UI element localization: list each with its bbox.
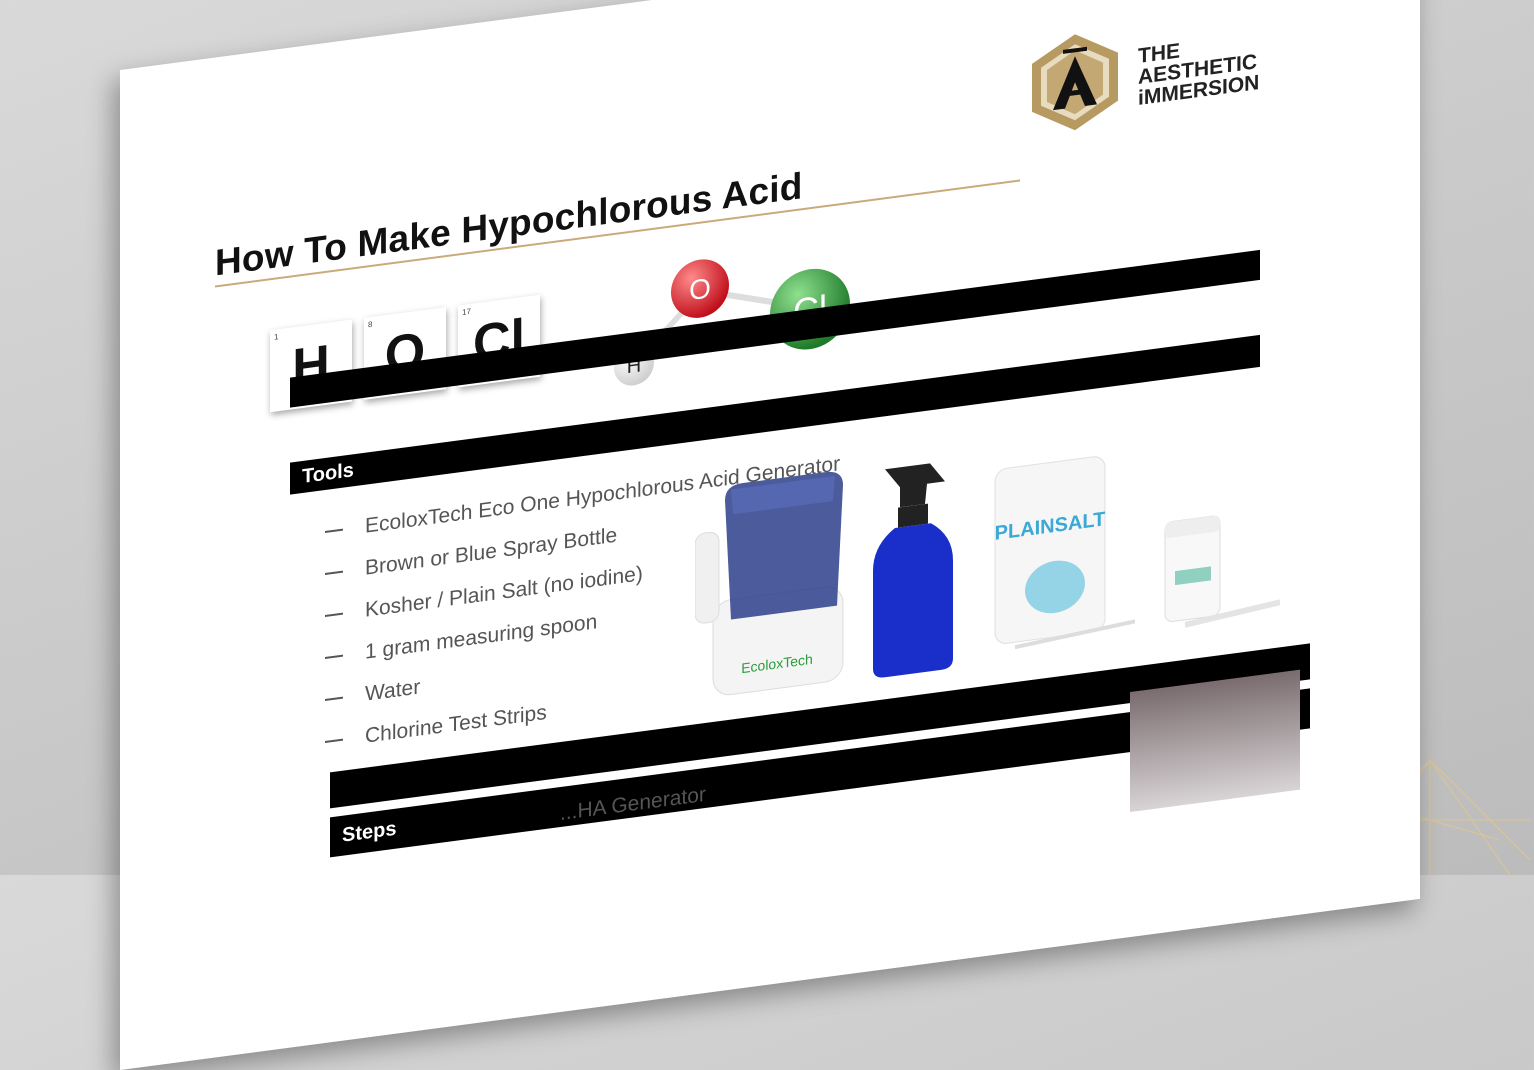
atomic-number: 8	[368, 319, 373, 330]
tool-text: Water	[365, 675, 421, 706]
dash-bullet	[325, 655, 343, 660]
atomic-number: 1	[274, 332, 279, 342]
test-strips-image	[1164, 515, 1281, 628]
dash-bullet	[325, 613, 343, 618]
dash-bullet	[325, 739, 343, 744]
brand-wordmark: THE AESTHETIC iMMERSION	[1138, 30, 1259, 110]
dash-bullet	[325, 697, 343, 702]
aesthetic-immersion-logo	[1032, 34, 1118, 131]
spray-bottle-image	[873, 463, 953, 678]
hocl-molecule-diagram: H O Cl	[614, 259, 850, 386]
oxygen-label: O	[689, 272, 711, 306]
atomic-number: 17	[462, 306, 471, 317]
plain-salt-image: PLAINSALT	[994, 456, 1136, 650]
step-photo	[1130, 669, 1300, 813]
dash-bullet	[325, 571, 343, 576]
hoa-generator-image: EcoloxTech	[695, 471, 844, 696]
document-sheet: How To Make Hypochlorous Acid THE AESTHE…	[120, 0, 1420, 1070]
dash-bullet	[325, 529, 343, 534]
